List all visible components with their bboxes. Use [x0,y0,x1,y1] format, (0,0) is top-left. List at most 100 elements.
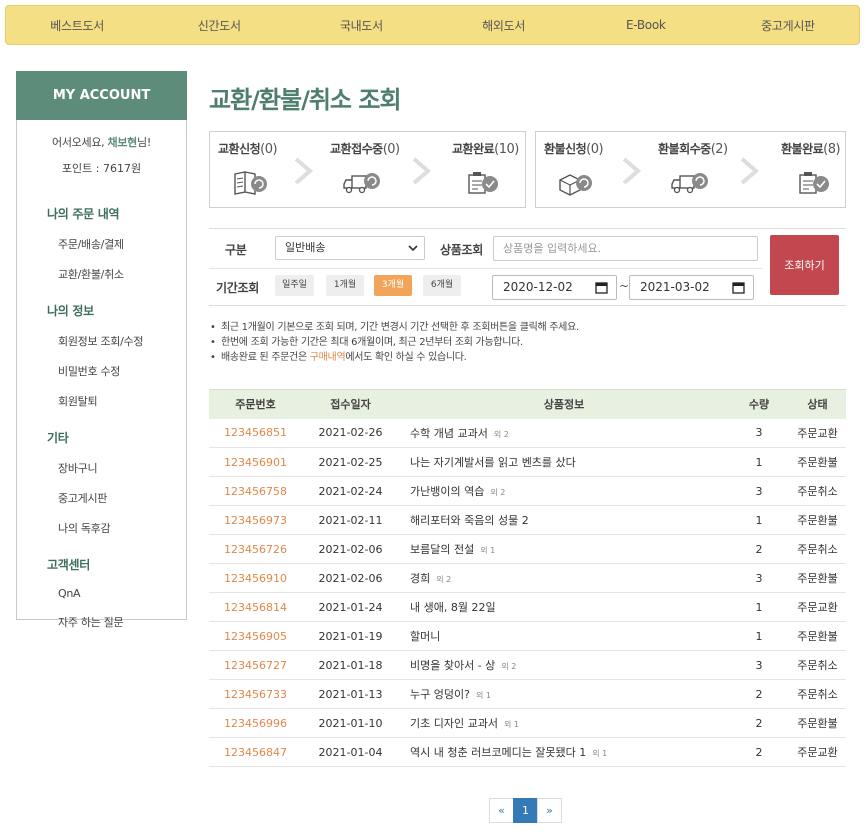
order-number-link-text[interactable]: 123456905 [224,630,287,643]
order-number-link[interactable]: 123456996 [209,708,302,738]
table-row[interactable]: 123456727 2021-01-18 비명을 찾아서 - 상 외 2 3 주문취소 [209,650,846,680]
sidebar-link-order-delivery[interactable]: 주문/배송/결제 [58,236,186,252]
sidebar-link-faq[interactable]: 자주 하는 질문 [58,614,186,630]
period-3month-button[interactable]: 3개월 [374,275,412,296]
table-row[interactable]: 123456901 2021-02-25 나는 자기계발서를 읽고 벤츠를 샀다 1 주… [209,447,846,477]
product-info-text: 경희 [410,572,431,585]
extra-items-count: 외 2 [490,488,506,497]
period-1month-button[interactable]: 1개월 [326,275,364,296]
order-status: 주문교환 [789,592,846,622]
order-number-link-text[interactable]: 123456727 [224,659,287,672]
table-row[interactable]: 123456910 2021-02-06 경희 외 2 3 주문환불 [209,563,846,593]
table-row[interactable]: 123456847 2021-01-04 역시 내 청춘 러브코메디는 잘못됐다 1… [209,737,846,767]
nav-bestseller[interactable]: 베스트도서 [6,17,148,34]
quantity: 2 [729,679,789,709]
order-status-text: 주문환불 [797,630,838,643]
order-status: 주문취소 [789,476,846,506]
table-row[interactable]: 123456758 2021-02-24 가난뱅이의 역습 외 2 3 주문취소 [209,476,846,506]
table-row[interactable]: 123456996 2021-01-10 기초 디자인 교과서 외 1 2 주문환불 [209,708,846,738]
order-number-link[interactable]: 123456973 [209,505,302,535]
table-row[interactable]: 123456851 2021-02-26 수학 개념 교과서 외 2 3 주문교환 [209,418,846,448]
notice-list: 최근 1개월이 기본으로 조회 되며, 기간 변경시 기간 선택한 후 조회버튼… [210,320,579,365]
order-number-link-text[interactable]: 123456996 [224,717,287,730]
order-number-link[interactable]: 123456851 [209,418,302,448]
table-row[interactable]: 123456726 2021-02-06 보름달의 전설 외 1 2 주문취소 [209,534,846,564]
period-1week-button[interactable]: 일주일 [275,275,314,296]
received-date: 2021-01-18 [302,650,399,680]
received-date: 2021-01-13 [302,679,399,709]
notice-item: 배송완료 된 주문건은 구매내역에서도 확인 하실 수 있습니다. [210,350,579,365]
order-number-link[interactable]: 123456905 [209,621,302,651]
order-number-link-text[interactable]: 123456758 [224,485,287,498]
sidebar-link-exchange-refund[interactable]: 교환/환불/취소 [58,266,186,282]
chevron-right-icon [412,157,432,185]
order-number-link-text[interactable]: 123456973 [224,514,287,527]
prev-page-button[interactable]: « [489,798,514,823]
calendar-icon[interactable] [732,281,745,294]
product-info-text: 내 생애, 8월 22일 [410,601,496,614]
product-info-text: 비명을 찾아서 - 상 [410,659,496,672]
table-row[interactable]: 123456814 2021-01-24 내 생애, 8월 22일 1 주문교환 [209,592,846,622]
purchase-history-link[interactable]: 구매내역 [310,352,346,363]
received-date: 2021-01-19 [302,621,399,651]
truck-refresh-icon [671,173,708,194]
order-number-link[interactable]: 123456814 [209,592,302,622]
order-number-link[interactable]: 123456901 [209,447,302,477]
order-number-link[interactable]: 123456726 [209,534,302,564]
page-button-current[interactable]: 1 [513,798,538,823]
date-from-value: 2020-12-02 [503,280,573,294]
order-number-link[interactable]: 123456758 [209,476,302,506]
delivery-type-select[interactable]: 일반배송 [275,236,425,260]
order-number-link-text[interactable]: 123456901 [224,456,287,469]
nav-used-board[interactable]: 중고게시판 [717,17,859,34]
step-refund-complete[interactable]: 환불완료(8) [780,132,866,207]
sidebar-link-used-board[interactable]: 중고게시판 [58,490,186,506]
order-number-link[interactable]: 123456733 [209,679,302,709]
order-number-link-text[interactable]: 123456847 [224,746,287,759]
sidebar-link-cart[interactable]: 장바구니 [58,460,186,476]
order-number-link-text[interactable]: 123456910 [224,572,287,585]
sidebar-title: MY ACCOUNT [16,71,187,120]
order-number-link[interactable]: 123456847 [209,737,302,767]
sidebar-link-reviews[interactable]: 나의 독후감 [58,520,186,536]
order-status-text: 주문교환 [797,601,838,614]
date-separator: ~ [619,279,630,293]
nav-ebook[interactable]: E-Book [575,18,717,32]
order-number-link[interactable]: 123456910 [209,563,302,593]
period-6month-button[interactable]: 6개월 [423,275,461,296]
search-button[interactable]: 조회하기 [770,235,839,295]
table-row[interactable]: 123456973 2021-02-11 해리포터와 죽음의 성물 2 1 주문환불 [209,505,846,535]
order-status: 주문환불 [789,505,846,535]
sidebar-link-member-info[interactable]: 회원정보 조회/수정 [58,333,186,349]
order-status-text: 주문취소 [797,688,838,701]
step-label: 환불완료 [781,142,824,156]
nav-foreign-books[interactable]: 해외도서 [433,17,575,34]
order-number-link[interactable]: 123456727 [209,650,302,680]
quantity-text: 2 [755,716,763,730]
received-date-text: 2021-02-25 [318,455,383,469]
next-page-button[interactable]: » [537,798,562,823]
table-row[interactable]: 123456733 2021-01-13 누구 엉덩이? 외 1 2 주문취소 [209,679,846,709]
order-number-link-text[interactable]: 123456851 [224,426,287,439]
order-number-link-text[interactable]: 123456733 [224,688,287,701]
quantity-text: 3 [755,571,763,585]
sidebar-link-withdraw[interactable]: 회원탈퇴 [58,393,186,409]
table-row[interactable]: 123456905 2021-01-19 할머니 1 주문환불 [209,621,846,651]
date-to-input[interactable]: 2021-03-02 [629,275,754,300]
order-status-text: 주문교환 [797,426,838,440]
quantity: 3 [729,563,789,593]
top-navigation: 베스트도서 신간도서 국내도서 해외도서 E-Book 중고게시판 [5,5,860,45]
received-date-text: 2021-01-24 [318,600,383,614]
calendar-icon[interactable] [595,281,608,294]
received-date-text: 2021-02-06 [318,542,383,556]
sidebar-link-qna[interactable]: QnA [58,587,186,600]
section-my-info: 나의 정보 [47,304,94,318]
nav-domestic-books[interactable]: 국내도서 [290,17,432,34]
box-refresh-icon [559,174,592,196]
order-number-link-text[interactable]: 123456814 [224,601,287,614]
sidebar-link-password[interactable]: 비밀번호 수정 [58,363,186,379]
nav-new-books[interactable]: 신간도서 [148,17,290,34]
order-number-link-text[interactable]: 123456726 [224,543,287,556]
product-search-input[interactable]: 상품명을 입력하세요. [493,236,758,261]
date-from-input[interactable]: 2020-12-02 [492,275,617,300]
